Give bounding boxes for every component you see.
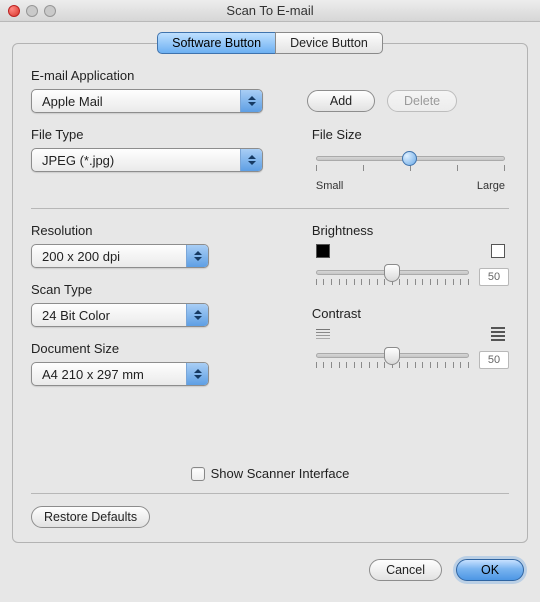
email-application-section: E-mail Application Apple Mail Add Delete [31, 68, 509, 113]
brightness-slider[interactable] [312, 262, 473, 292]
minimize-window-button[interactable] [26, 5, 38, 17]
contrast-slider[interactable] [312, 345, 473, 375]
restore-defaults-button[interactable]: Restore Defaults [31, 506, 150, 528]
zoom-window-button[interactable] [44, 5, 56, 17]
contrast-thumb[interactable] [384, 347, 400, 365]
brightness-label: Brightness [312, 223, 509, 238]
ok-button[interactable]: OK [456, 559, 524, 581]
show-scanner-label: Show Scanner Interface [211, 466, 350, 481]
window-title: Scan To E-mail [0, 3, 540, 18]
brightness-value[interactable]: 50 [479, 268, 509, 286]
file-type-section: File Type JPEG (*.jpg) [31, 127, 282, 192]
resolution-section: Resolution 200 x 200 dpi [31, 223, 282, 268]
show-scanner-row: Show Scanner Interface [31, 466, 509, 481]
brightness-thumb[interactable] [384, 264, 400, 282]
settings-pane: E-mail Application Apple Mail Add Delete… [12, 43, 528, 543]
cancel-button[interactable]: Cancel [369, 559, 442, 581]
email-application-label: E-mail Application [31, 68, 509, 83]
email-application-popup[interactable]: Apple Mail [31, 89, 263, 113]
file-size-max-label: Large [477, 180, 505, 192]
resolution-popup[interactable]: 200 x 200 dpi [31, 244, 209, 268]
contrast-value[interactable]: 50 [479, 351, 509, 369]
contrast-high-icon [491, 327, 505, 341]
resolution-value: 200 x 200 dpi [42, 249, 120, 264]
window-controls [8, 5, 56, 17]
separator [31, 208, 509, 209]
tab-device-button[interactable]: Device Button [275, 32, 383, 54]
popup-arrows-icon [240, 149, 262, 171]
contrast-section: Contrast 50 [312, 306, 509, 375]
brightness-white-icon [491, 244, 505, 258]
document-size-popup[interactable]: A4 210 x 297 mm [31, 362, 209, 386]
file-type-value: JPEG (*.jpg) [42, 153, 114, 168]
file-size-slider[interactable] [312, 148, 509, 178]
tab-bar: Software Button Device Button [12, 32, 528, 54]
popup-arrows-icon [186, 304, 208, 326]
email-application-value: Apple Mail [42, 94, 103, 109]
contrast-label: Contrast [312, 306, 509, 321]
document-size-value: A4 210 x 297 mm [42, 367, 144, 382]
add-button[interactable]: Add [307, 90, 375, 112]
dialog-footer: Cancel OK [0, 551, 540, 593]
file-type-popup[interactable]: JPEG (*.jpg) [31, 148, 263, 172]
file-size-thumb[interactable] [402, 151, 417, 166]
brightness-black-icon [316, 244, 330, 258]
contrast-low-icon [316, 327, 330, 341]
separator [31, 493, 509, 494]
delete-button: Delete [387, 90, 457, 112]
scan-type-value: 24 Bit Color [42, 308, 110, 323]
popup-arrows-icon [240, 90, 262, 112]
scan-type-popup[interactable]: 24 Bit Color [31, 303, 209, 327]
brightness-section: Brightness 50 [312, 223, 509, 292]
close-window-button[interactable] [8, 5, 20, 17]
scan-type-label: Scan Type [31, 282, 282, 297]
document-size-label: Document Size [31, 341, 282, 356]
file-size-min-label: Small [316, 180, 344, 192]
file-type-label: File Type [31, 127, 282, 142]
file-size-section: File Size Small Large [312, 127, 509, 192]
resolution-label: Resolution [31, 223, 282, 238]
tab-software-button[interactable]: Software Button [157, 32, 275, 54]
popup-arrows-icon [186, 245, 208, 267]
scan-type-section: Scan Type 24 Bit Color [31, 282, 282, 327]
popup-arrows-icon [186, 363, 208, 385]
document-size-section: Document Size A4 210 x 297 mm [31, 341, 282, 386]
titlebar: Scan To E-mail [0, 0, 540, 22]
show-scanner-checkbox[interactable] [191, 467, 205, 481]
file-size-label: File Size [312, 127, 509, 142]
